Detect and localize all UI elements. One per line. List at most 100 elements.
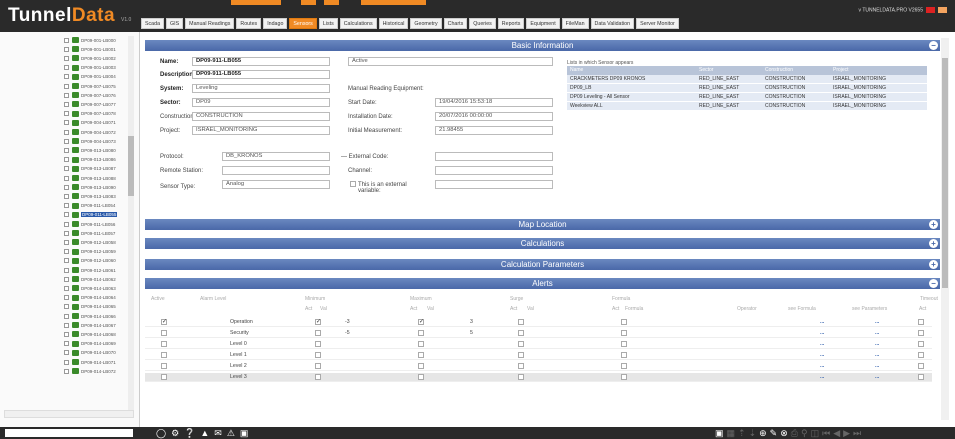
alert-row[interactable]: Security -5 5...... — [145, 329, 932, 338]
tree-item[interactable]: DP09-007-LB078 — [64, 110, 116, 118]
nav-tab-reports[interactable]: Reports — [497, 18, 525, 29]
alert-row[interactable]: Operation -3 3...... — [145, 318, 932, 327]
nav-tab-fileman[interactable]: FileMan — [561, 18, 589, 29]
expand-icon[interactable]: + — [929, 239, 938, 248]
mail-icon[interactable]: ✉ — [214, 428, 222, 438]
surge-active-checkbox[interactable] — [518, 374, 524, 380]
description-field[interactable]: DP09-911-LB055 — [192, 70, 330, 79]
name-field[interactable]: DP09-911-LB055 — [192, 57, 330, 66]
tree-item[interactable]: DP09-014-LB067 — [64, 321, 116, 329]
tree-checkbox[interactable] — [64, 359, 69, 365]
max-active-checkbox[interactable] — [418, 341, 424, 347]
scrollbar-thumb[interactable] — [942, 58, 948, 288]
alert-row[interactable]: Level 2...... — [145, 362, 932, 371]
nav-tab-equipment[interactable]: Equipment — [526, 18, 560, 29]
tree-item[interactable]: DP09-014-LB071 — [64, 358, 116, 366]
notes-icon[interactable]: ▣ — [240, 428, 249, 438]
alert-active-checkbox[interactable] — [161, 374, 167, 380]
timeout-active-checkbox[interactable] — [918, 341, 924, 347]
tree-checkbox[interactable] — [64, 331, 69, 337]
tree-item[interactable]: DP09-014-LB063 — [64, 284, 116, 292]
tree-item[interactable]: DP09-011-LB054 — [64, 202, 115, 210]
tree-checkbox[interactable] — [64, 350, 69, 356]
nav-tab-calculations[interactable]: Calculations — [339, 18, 377, 29]
tree-item[interactable]: DP09-007-LB076 — [64, 91, 116, 99]
tree-checkbox[interactable] — [64, 258, 69, 264]
remote-station-field[interactable] — [222, 166, 330, 175]
tree-checkbox[interactable] — [64, 129, 69, 135]
bell-icon[interactable]: ▲ — [200, 428, 209, 438]
user-info[interactable]: v TUNNELDATA.PRO V2655 — [859, 7, 947, 13]
flag-icon[interactable] — [938, 7, 947, 13]
max-active-checkbox[interactable] — [418, 330, 424, 336]
max-active-checkbox[interactable] — [418, 318, 424, 325]
protocol-field[interactable]: DB_KRONOS — [222, 152, 330, 161]
nav-tab-queries[interactable]: Queries — [469, 18, 496, 29]
alert-active-checkbox[interactable] — [161, 318, 167, 325]
tree-checkbox[interactable] — [64, 304, 69, 310]
tree-item[interactable]: DP09-013-LB088 — [64, 174, 116, 182]
tree-item[interactable]: DP09-007-LB075 — [64, 82, 116, 90]
collapse-icon[interactable]: − — [929, 41, 938, 50]
construction-field[interactable]: CONSTRUCTION — [192, 112, 330, 121]
delete-icon[interactable]: ⊗ — [780, 428, 788, 438]
min-active-checkbox[interactable] — [315, 374, 321, 380]
tree-item[interactable]: DP09-012-LB061 — [64, 266, 116, 274]
tree-checkbox[interactable] — [64, 83, 69, 89]
tree-checkbox[interactable] — [64, 230, 69, 236]
map-location-header[interactable]: Map Location + — [145, 219, 940, 230]
main-scrollbar[interactable] — [941, 38, 949, 420]
formula-active-checkbox[interactable] — [621, 363, 627, 369]
tree-checkbox[interactable] — [64, 166, 69, 172]
tree-item[interactable]: DP09-014-LB072 — [64, 367, 116, 375]
tree-item[interactable]: DP09-013-LB090 — [64, 183, 116, 191]
tree-item[interactable]: DP09-011-LB056 — [64, 220, 115, 228]
grid-icon[interactable]: ▦ — [727, 428, 736, 438]
tree-checkbox[interactable] — [64, 55, 69, 61]
external-code-field[interactable] — [435, 152, 553, 161]
tree-item[interactable]: DP09-014-LB065 — [64, 303, 116, 311]
tree-checkbox[interactable] — [64, 341, 69, 347]
prev-icon[interactable]: ◀ — [833, 428, 840, 438]
max-active-checkbox[interactable] — [418, 363, 424, 369]
tree-checkbox[interactable] — [64, 74, 69, 80]
installation-date-field[interactable]: 20/07/2016 00:00:00 — [435, 112, 553, 121]
nav-tab-sensors[interactable]: Sensors — [289, 18, 317, 29]
see-formula-button[interactable]: ... — [820, 319, 824, 325]
tree-item[interactable]: DP09-001-LB003 — [64, 64, 116, 72]
max-active-checkbox[interactable] — [418, 374, 424, 380]
calc-params-header[interactable]: Calculation Parameters + — [145, 259, 940, 270]
alert-active-checkbox[interactable] — [161, 352, 167, 358]
surge-active-checkbox[interactable] — [518, 341, 524, 347]
see-formula-button[interactable]: ... — [820, 363, 824, 369]
list-row[interactable]: CRACKMETERS DP09 KRONOS RED_LINE_EAST CONS… — [567, 75, 927, 84]
formula-active-checkbox[interactable] — [621, 352, 627, 358]
nav-tab-geometry[interactable]: Geometry — [410, 18, 442, 29]
expand-icon[interactable]: + — [929, 220, 938, 229]
list-row[interactable]: Weekview ALL RED_LINE_EAST CONSTRUCTION ISR… — [567, 102, 927, 111]
see-parameters-button[interactable]: ... — [875, 363, 879, 369]
min-active-checkbox[interactable] — [315, 352, 321, 358]
tree-item[interactable]: DP09-013-LB080 — [64, 146, 116, 154]
first-icon[interactable]: ⏮ — [822, 428, 830, 438]
formula-active-checkbox[interactable] — [621, 319, 627, 325]
see-formula-button[interactable]: ... — [820, 374, 824, 380]
list-row[interactable]: DP09_LB RED_LINE_EAST CONSTRUCTION ISRAEL_M… — [567, 84, 927, 93]
tree-item[interactable]: DP09-012-LB059 — [64, 248, 116, 256]
timeout-active-checkbox[interactable] — [918, 330, 924, 336]
tree-item[interactable]: DP09-004-LB072 — [64, 128, 116, 136]
start-date-field[interactable]: 19/04/2016 15:53:18 — [435, 98, 553, 107]
save-icon[interactable]: ◫ — [811, 428, 820, 438]
list-row[interactable]: DP09 Leveling - All Sensor RED_LINE_EAST C… — [567, 93, 927, 102]
tree-item[interactable]: DP09-004-LB073 — [64, 137, 116, 145]
surge-active-checkbox[interactable] — [518, 352, 524, 358]
timeout-active-checkbox[interactable] — [918, 352, 924, 358]
tree-checkbox[interactable] — [64, 249, 69, 255]
alert-active-checkbox[interactable] — [161, 330, 167, 336]
print-icon[interactable]: ⎙ — [791, 428, 798, 438]
next-icon[interactable]: ▶ — [843, 428, 850, 438]
surge-active-checkbox[interactable] — [518, 330, 524, 336]
max-value[interactable]: 5 — [470, 330, 473, 336]
tree-item[interactable]: DP09-012-LB060 — [64, 257, 116, 265]
see-formula-button[interactable]: ... — [820, 352, 824, 358]
